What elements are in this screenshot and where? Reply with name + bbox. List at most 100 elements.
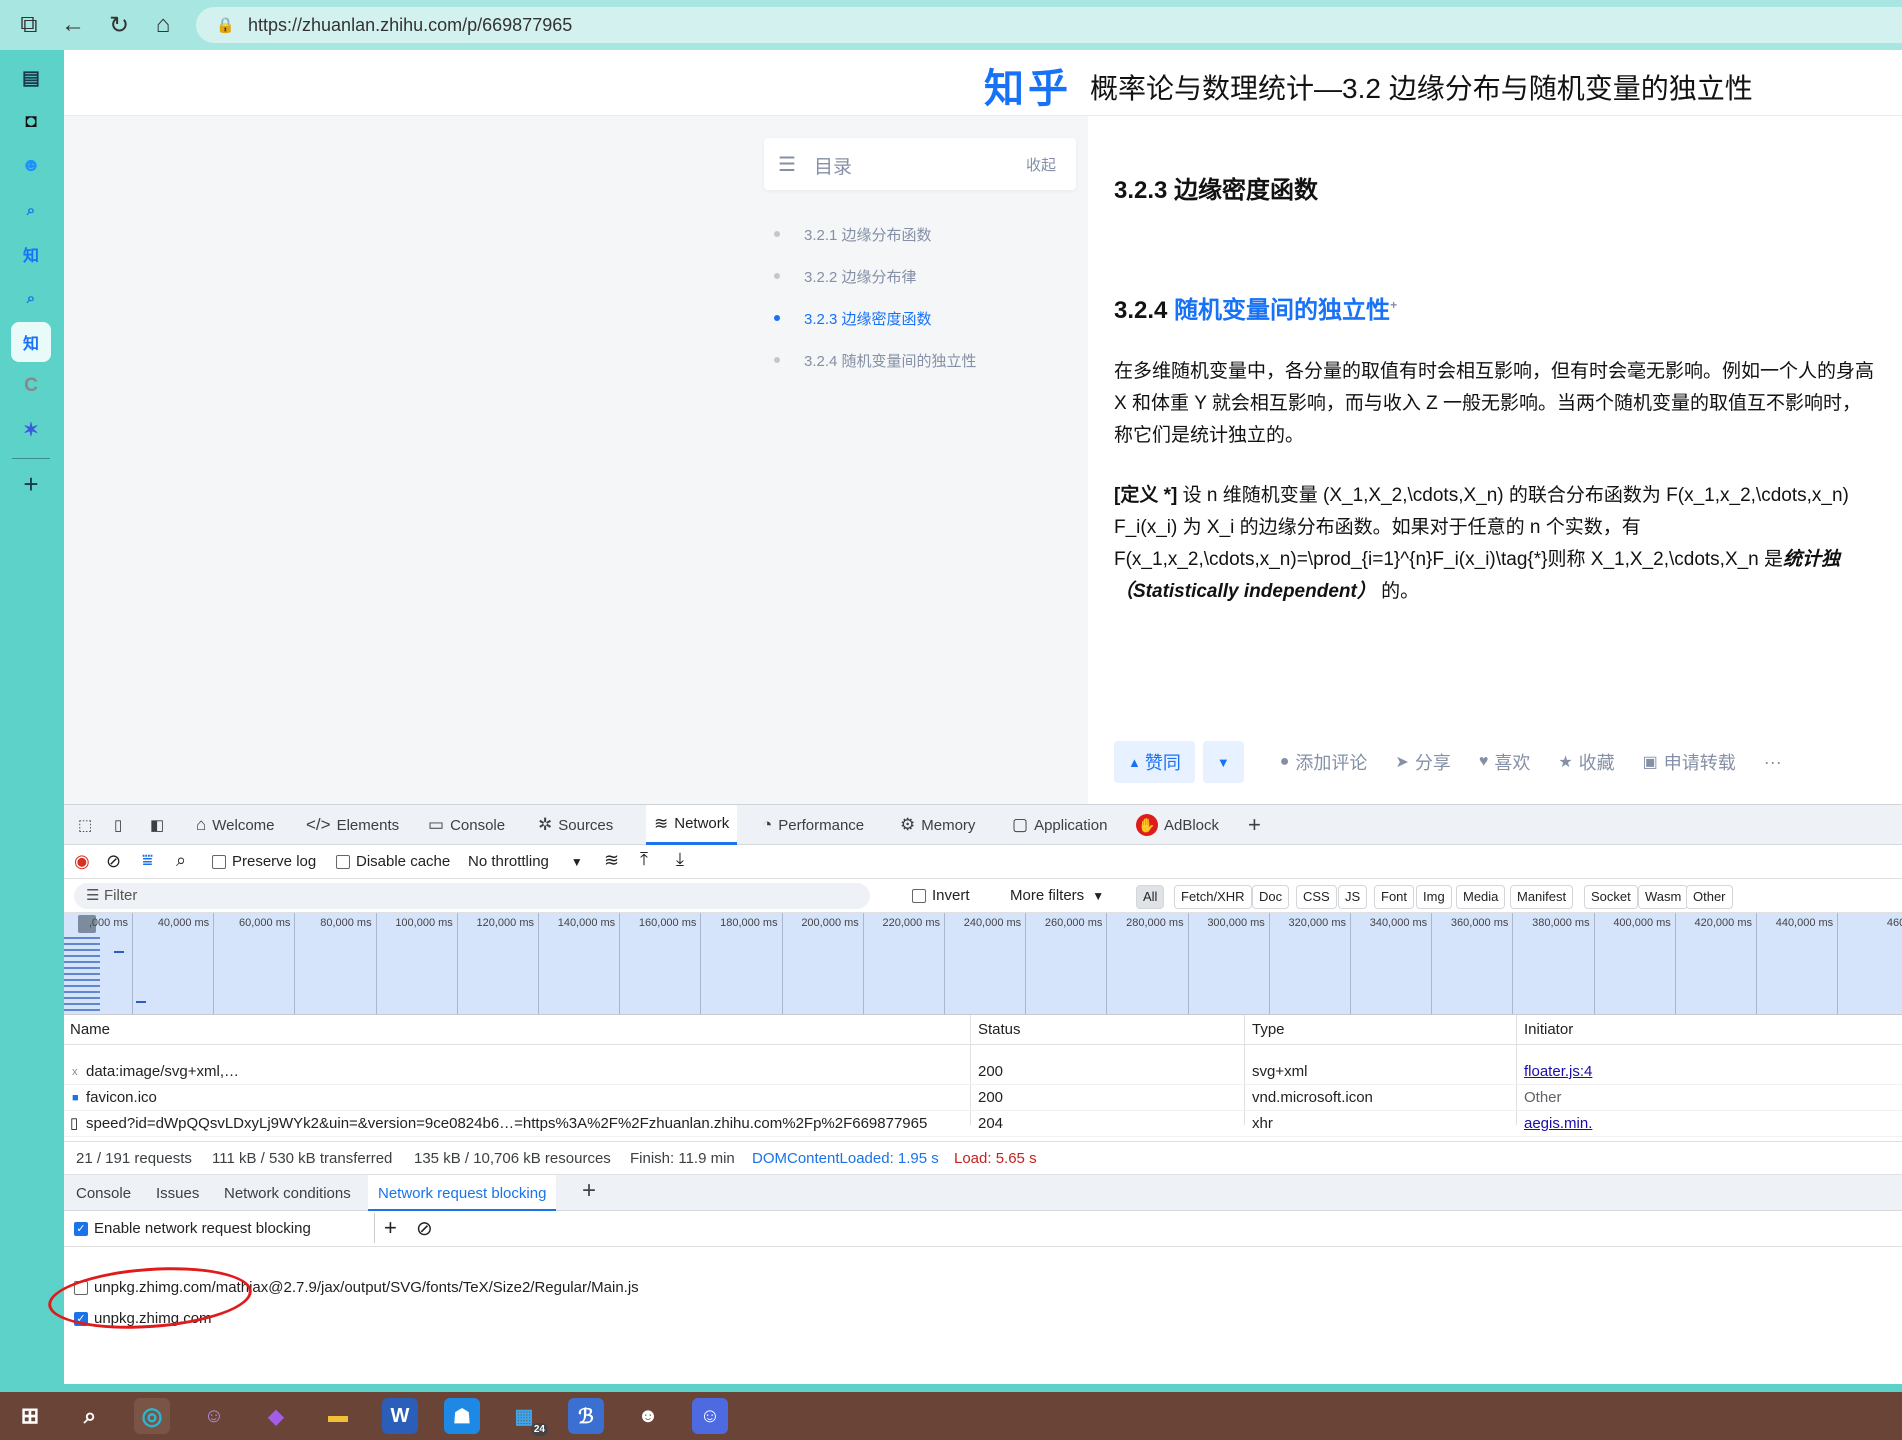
disable-cache-checkbox[interactable]: Disable cache — [336, 853, 450, 870]
type-filter-doc[interactable]: Doc — [1252, 885, 1290, 909]
app-icon[interactable]: ◘ — [11, 102, 51, 142]
tab-network[interactable]: ≋ Network — [646, 805, 738, 845]
cat-app-icon[interactable]: ☺ — [196, 1398, 232, 1434]
lock-icon[interactable]: 🔒 — [216, 16, 235, 34]
clear-patterns-icon[interactable]: ⊘ — [416, 1216, 433, 1241]
favorite-button[interactable]: ★ 收藏 — [1558, 749, 1614, 775]
tab-adblock[interactable]: ✋ AdBlock — [1128, 805, 1227, 845]
dock-icon[interactable]: ◧ — [142, 805, 172, 845]
type-filter-wasm[interactable]: Wasm — [1638, 885, 1689, 909]
type-filter-media[interactable]: Media — [1456, 885, 1506, 909]
tab-console[interactable]: ▭ Console — [420, 805, 513, 845]
device-toggle-icon[interactable]: ▯ — [106, 805, 130, 845]
like-button[interactable]: ♥ 喜欢 — [1479, 749, 1531, 775]
table-row[interactable]: x data:image/svg+xml,… 200 svg+xml float… — [64, 1059, 1902, 1085]
start-icon[interactable]: ⊞ — [12, 1398, 48, 1434]
search-icon[interactable]: ⌕ — [176, 850, 186, 871]
add-tab-icon[interactable]: + — [1240, 805, 1269, 845]
import-icon[interactable]: ⤒ — [640, 849, 648, 870]
toc-item-current[interactable]: 3.2.3 边缘密度函数 — [774, 308, 932, 329]
search-icon[interactable]: ⌕ — [72, 1398, 108, 1434]
network-conditions-icon[interactable]: ≋ — [604, 850, 619, 871]
comment-button[interactable]: ● 添加评论 — [1280, 749, 1368, 775]
network-overview-timeline[interactable]: ,000 ms 40,000 ms 60,000 ms 80,000 ms 100,00… — [64, 913, 1902, 1015]
tab-sources[interactable]: ✲ Sources — [530, 805, 621, 845]
obsidian-icon[interactable]: ◆ — [258, 1398, 294, 1434]
type-filter-font[interactable]: Font — [1374, 885, 1415, 909]
throttling-select[interactable]: No throttling ▼ — [468, 853, 583, 870]
address-bar[interactable]: 🔒 https://zhuanlan.zhihu.com/p/669877965 — [196, 7, 1902, 43]
toc-item[interactable]: 3.2.1 边缘分布函数 — [774, 224, 932, 245]
enable-blocking-checkbox[interactable]: ✓ Enable network request blocking — [74, 1220, 311, 1237]
col-name[interactable]: Name — [70, 1021, 110, 1038]
edge-icon[interactable]: ◎ — [134, 1398, 170, 1434]
monitor-app-icon[interactable]: ▦ 24 — [506, 1398, 548, 1436]
tab-memory[interactable]: ⚙ Memory — [892, 805, 983, 845]
add-icon[interactable]: + — [11, 464, 51, 504]
heading-link[interactable]: 随机变量间的独立性 — [1174, 297, 1390, 324]
toc-item[interactable]: 3.2.2 边缘分布律 — [774, 266, 917, 287]
invert-checkbox[interactable]: Invert — [912, 887, 970, 904]
back-icon[interactable]: ← — [58, 10, 88, 40]
tab-panel-icon[interactable]: ▤ — [11, 58, 51, 98]
inspect-icon[interactable]: ⬚ — [70, 805, 100, 845]
toc-collapse-button[interactable]: 收起 — [1026, 154, 1056, 175]
zhihu-icon[interactable]: 知 — [11, 234, 51, 274]
zhihu-logo[interactable]: 知乎 — [984, 56, 1072, 114]
tab-elements[interactable]: </> Elements — [298, 805, 407, 845]
tab-performance[interactable]: ◔ Performance — [754, 805, 872, 845]
table-row[interactable]: ■ favicon.ico 200 vnd.microsoft.icon Oth… — [64, 1085, 1902, 1111]
drawer-tab-console[interactable]: Console — [76, 1175, 131, 1211]
file-explorer-icon[interactable]: ▬ — [320, 1398, 356, 1434]
col-initiator[interactable]: Initiator — [1524, 1021, 1573, 1038]
tab-label: Application — [1034, 816, 1108, 834]
share-button[interactable]: ➤ 分享 — [1395, 749, 1450, 775]
record-icon[interactable]: ◉ — [74, 851, 90, 872]
type-filter-css[interactable]: CSS — [1296, 885, 1337, 909]
tab-welcome[interactable]: ⌂ Welcome — [188, 805, 283, 845]
preserve-log-checkbox[interactable]: Preserve log — [212, 853, 316, 870]
type-filter-fetch[interactable]: Fetch/XHR — [1174, 885, 1252, 909]
panda-icon[interactable]: ☻ — [630, 1398, 666, 1434]
more-button[interactable]: ··· — [1764, 752, 1782, 773]
search-icon-2[interactable]: ⌕ — [11, 278, 51, 318]
table-row[interactable]: ▯ speed?id=dWpQQsvLDxyLj9WYk2&uin=&versi… — [64, 1111, 1902, 1137]
more-filters-dropdown[interactable]: More filters ▼ — [1010, 887, 1104, 904]
type-filter-js[interactable]: JS — [1338, 885, 1368, 909]
add-drawer-tab-icon[interactable]: + — [582, 1177, 596, 1205]
repost-button[interactable]: ▣ 申请转载 — [1643, 749, 1736, 775]
row-initiator-link[interactable]: floater.js:4 — [1524, 1063, 1592, 1080]
bilibili-icon[interactable]: ☻ — [11, 146, 51, 186]
qq-icon[interactable]: ☺ — [692, 1398, 728, 1434]
export-icon[interactable]: ⤓ — [676, 849, 684, 870]
word-icon[interactable]: W — [382, 1398, 418, 1434]
downvote-button[interactable]: ▼ — [1202, 741, 1244, 783]
drawer-tab-request-blocking[interactable]: Network request blocking — [368, 1175, 557, 1211]
tab-application[interactable]: ▢ Application — [1004, 805, 1115, 845]
filter-icon[interactable]: ⩸ — [142, 850, 153, 871]
c-icon[interactable]: C — [11, 366, 51, 406]
drawer-tab-network-conditions[interactable]: Network conditions — [224, 1175, 351, 1211]
refresh-icon[interactable]: ↻ — [104, 10, 134, 40]
add-pattern-icon[interactable]: + — [384, 1215, 397, 1241]
type-filter-other[interactable]: Other — [1686, 885, 1733, 909]
search-icon[interactable]: ⌕ — [11, 190, 51, 230]
star-app-icon[interactable]: ✶ — [11, 410, 51, 450]
row-initiator-link[interactable]: aegis.min. — [1524, 1115, 1592, 1132]
b-app-icon[interactable]: ℬ — [568, 1398, 604, 1434]
col-status[interactable]: Status — [978, 1021, 1021, 1038]
home-icon[interactable]: ⌂ — [148, 10, 178, 40]
type-filter-all[interactable]: All — [1136, 885, 1165, 909]
upvote-button[interactable]: ▲ 赞同 — [1114, 741, 1195, 783]
type-filter-img[interactable]: Img — [1416, 885, 1452, 909]
workspaces-icon[interactable]: ⧉ — [14, 10, 44, 40]
clear-icon[interactable]: ⊘ — [106, 851, 121, 872]
drawer-tab-issues[interactable]: Issues — [156, 1175, 199, 1211]
type-filter-socket[interactable]: Socket — [1584, 885, 1638, 909]
filter-input[interactable]: ☰ Filter — [74, 883, 870, 909]
col-type[interactable]: Type — [1252, 1021, 1285, 1038]
type-filter-manifest[interactable]: Manifest — [1510, 885, 1574, 909]
photos-icon[interactable]: ☗ — [444, 1398, 480, 1434]
toc-item[interactable]: 3.2.4 随机变量间的独立性 — [774, 350, 977, 371]
zhihu-icon-active[interactable]: 知 — [11, 322, 51, 362]
